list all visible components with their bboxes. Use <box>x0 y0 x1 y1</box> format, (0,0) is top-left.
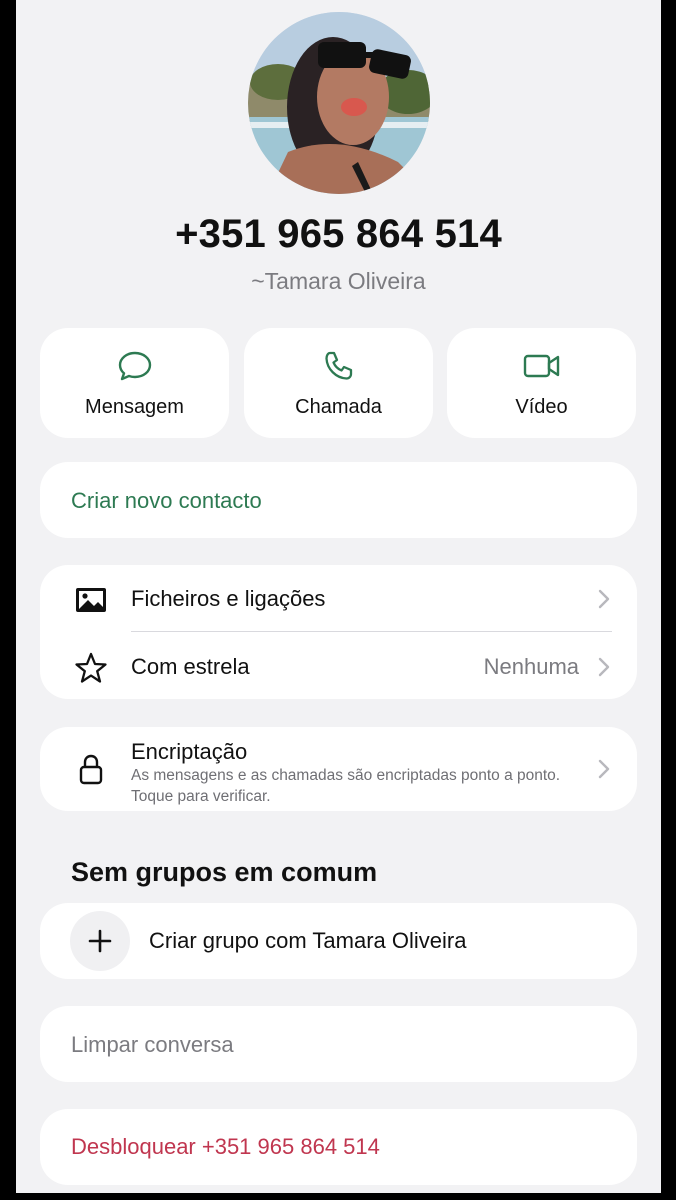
video-icon <box>523 354 559 378</box>
create-contact-label: Criar novo contacto <box>71 488 262 513</box>
chevron-right-icon <box>598 589 610 609</box>
media-section: Ficheiros e ligações Com estrela Nenhuma <box>40 565 637 699</box>
starred-label: Com estrela <box>131 654 250 679</box>
call-button-label: Chamada <box>295 396 382 418</box>
contact-phone-title: +351 965 864 514 <box>175 212 502 256</box>
files-links-label: Ficheiros e ligações <box>131 586 326 611</box>
starred-value: Nenhuma <box>483 654 579 679</box>
unblock-button[interactable]: Desbloquear +351 965 864 514 <box>40 1109 637 1185</box>
plus-icon <box>88 929 112 953</box>
groups-section-title: Sem grupos em comum <box>71 857 378 887</box>
create-group-label: Criar grupo com Tamara Oliveira <box>149 928 467 953</box>
video-button-label: Vídeo <box>515 396 568 418</box>
call-button[interactable]: Chamada <box>244 328 433 438</box>
encryption-row[interactable]: Encriptação As mensagens e as chamadas s… <box>40 727 637 811</box>
chevron-right-icon <box>598 759 610 779</box>
avatar[interactable] <box>248 12 430 194</box>
image-icon <box>76 588 106 612</box>
video-button[interactable]: Vídeo <box>447 328 636 438</box>
contact-display-name: ~Tamara Oliveira <box>251 268 426 294</box>
unblock-label: Desbloquear +351 965 864 514 <box>71 1134 380 1159</box>
divider <box>131 631 612 632</box>
contact-info-screen: +351 965 864 514 ~Tamara Oliveira Mensag… <box>16 0 661 1193</box>
phone-icon <box>324 351 352 380</box>
create-contact-button[interactable]: Criar novo contacto <box>40 462 637 538</box>
message-button[interactable]: Mensagem <box>40 328 229 438</box>
plus-circle <box>70 911 130 971</box>
star-icon <box>75 652 107 683</box>
clear-chat-label: Limpar conversa <box>71 1032 234 1057</box>
encryption-title: Encriptação <box>131 739 248 764</box>
starred-row[interactable]: Com estrela Nenhuma <box>40 633 637 699</box>
chevron-right-icon <box>598 657 610 677</box>
message-icon <box>118 351 151 381</box>
encryption-description: As mensagens e as chamadas são encriptad… <box>131 767 561 805</box>
files-links-row[interactable]: Ficheiros e ligações <box>40 565 637 631</box>
message-button-label: Mensagem <box>85 396 184 418</box>
avatar-photo <box>248 12 430 194</box>
create-group-button[interactable]: Criar grupo com Tamara Oliveira <box>40 903 637 979</box>
clear-chat-button[interactable]: Limpar conversa <box>40 1006 637 1082</box>
lock-icon <box>79 754 103 785</box>
